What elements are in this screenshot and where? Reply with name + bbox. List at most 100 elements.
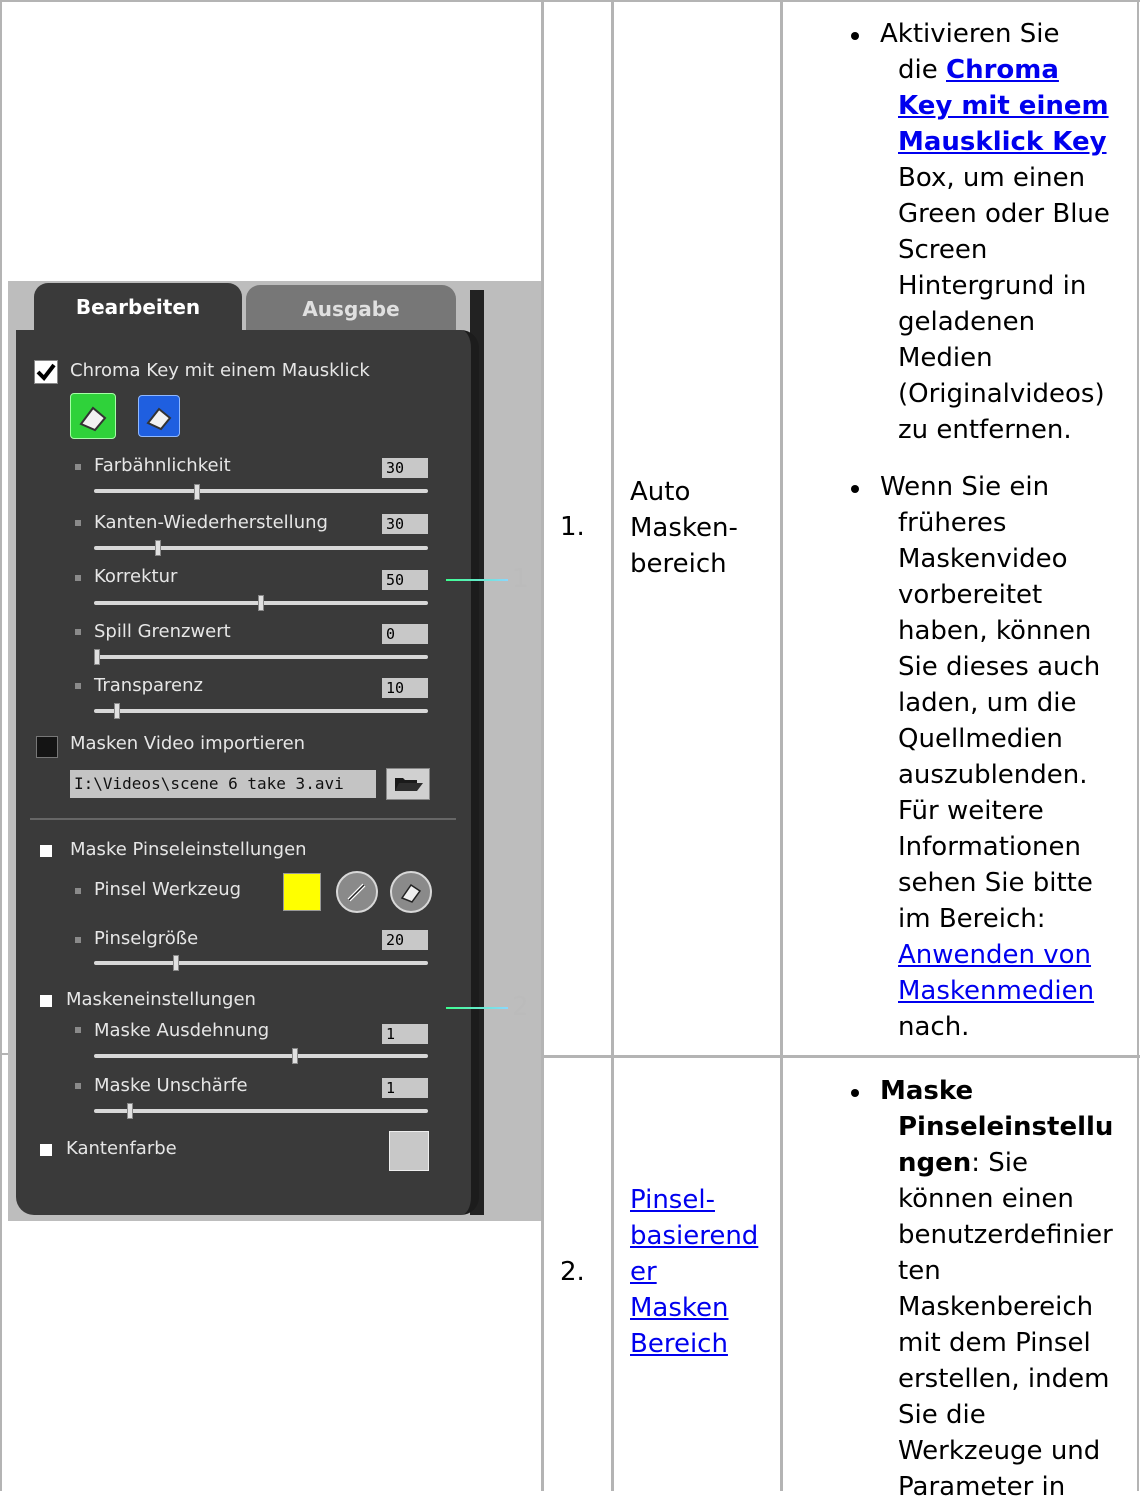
- callout-2: 2: [512, 992, 529, 1022]
- text-line: Werkzeuge und: [898, 1436, 1101, 1466]
- edge-color-swatch[interactable]: [389, 1131, 429, 1171]
- bullet-marker: [75, 520, 81, 526]
- text-line: ten: [898, 1256, 941, 1286]
- row-name: Pinsel- basierend er Masken Bereich: [630, 1182, 758, 1362]
- bullet-text: Aktivieren Sie die Chroma Key mit einem …: [880, 16, 1110, 448]
- value-kanten[interactable]: 30: [382, 514, 428, 534]
- brush-mask-link[interactable]: basierend: [630, 1221, 758, 1251]
- column-divider: [541, 0, 544, 1491]
- chroma-key-link[interactable]: Key mit einem: [898, 91, 1109, 121]
- text-line: Maskenbereich: [898, 1292, 1094, 1322]
- bullet-text: Maske Pinseleinstellu ngen: Sie können e…: [880, 1073, 1113, 1505]
- slider-mask-expand[interactable]: [94, 1054, 428, 1058]
- slider-thumb[interactable]: [292, 1048, 298, 1064]
- slider-kanten[interactable]: [94, 546, 428, 550]
- row-divider: [0, 1053, 8, 1055]
- text-line: Informationen: [898, 832, 1081, 862]
- slider-thumb[interactable]: [173, 955, 179, 971]
- file-path-field[interactable]: I:\Videos\scene 6 take 3.avi: [70, 770, 376, 798]
- chroma-key-checkbox[interactable]: [34, 360, 58, 384]
- slider-thumb[interactable]: [155, 540, 161, 556]
- slider-spill[interactable]: [94, 655, 428, 659]
- text-fragment: : Sie: [971, 1148, 1029, 1178]
- slider-label-farbaehnlichkeit: Farbähnlichkeit: [94, 455, 231, 476]
- slider-mask-blur[interactable]: [94, 1109, 428, 1113]
- table-border-left: [0, 0, 2, 1491]
- bullet-marker: [75, 464, 81, 470]
- value-korrektur[interactable]: 50: [382, 570, 428, 590]
- slider-farbaehnlichkeit[interactable]: [94, 489, 428, 493]
- text-line: können einen: [898, 1184, 1074, 1214]
- brush-mask-link[interactable]: Bereich: [630, 1329, 728, 1359]
- slider-brush-size[interactable]: [94, 961, 428, 965]
- slider-thumb[interactable]: [114, 703, 120, 719]
- bullet-text: Wenn Sie ein früheres Maskenvideo vorber…: [880, 469, 1100, 1045]
- text-line: Maskenvideo: [898, 544, 1068, 574]
- brush-mask-link[interactable]: Masken: [630, 1293, 729, 1323]
- slider-transparenz[interactable]: [94, 709, 428, 713]
- slider-thumb[interactable]: [258, 595, 264, 611]
- open-folder-button[interactable]: [386, 768, 430, 800]
- mask-settings-label: Maskeneinstellungen: [66, 989, 256, 1010]
- chroma-key-link[interactable]: Chroma: [946, 55, 1059, 85]
- text-line: (Originalvideos): [898, 379, 1105, 409]
- brush-color-swatch[interactable]: [283, 873, 321, 911]
- tab-bearbeiten[interactable]: Bearbeiten: [34, 283, 242, 331]
- slider-thumb[interactable]: [127, 1103, 133, 1119]
- brush-tool-label: Pinsel Werkzeug: [94, 879, 242, 900]
- mask-media-link[interactable]: Anwenden von: [898, 940, 1091, 970]
- text-line: Sie dieses auch: [898, 652, 1101, 682]
- callout-line: [446, 579, 508, 581]
- value-transparenz[interactable]: 10: [382, 678, 428, 698]
- mask-blur-value[interactable]: 1: [382, 1078, 428, 1098]
- text-line: mit dem Pinsel: [898, 1328, 1091, 1358]
- mask-video-checkbox[interactable]: [36, 736, 58, 758]
- green-screen-button[interactable]: [70, 393, 116, 439]
- text-line: ngen: Sie: [880, 1145, 1113, 1181]
- row-name: Auto Masken- bereich: [630, 474, 738, 582]
- brush-mask-link[interactable]: Pinsel-: [630, 1185, 715, 1215]
- eraser-button[interactable]: [390, 871, 432, 913]
- brush-mask-link[interactable]: er: [630, 1257, 657, 1287]
- mask-media-link[interactable]: Maskenmedien: [898, 976, 1094, 1006]
- text-line: Sie die: [898, 1400, 986, 1430]
- text-line: Mausklick Key: [880, 124, 1110, 160]
- tab-ausgabe[interactable]: Ausgabe: [246, 285, 456, 333]
- checkmark-icon: [36, 363, 56, 382]
- callout-line: [446, 1007, 508, 1009]
- text-line: Medien: [898, 343, 993, 373]
- text-line: früheres: [898, 508, 1007, 538]
- eraser-icon: [79, 406, 107, 432]
- row-name-line: Auto: [630, 477, 691, 507]
- chroma-key-link[interactable]: Mausklick Key: [898, 127, 1107, 157]
- callout-1: 1: [512, 564, 529, 594]
- brush-button[interactable]: [336, 871, 378, 913]
- text-line: Maske: [880, 1076, 974, 1106]
- value-spill[interactable]: 0: [382, 624, 428, 644]
- brush-size-value[interactable]: 20: [382, 930, 428, 950]
- edge-color-label: Kantenfarbe: [66, 1138, 177, 1159]
- eraser-icon: [146, 407, 172, 431]
- text-line: erstellen, indem: [898, 1364, 1110, 1394]
- text-line: Pinsel-: [630, 1182, 758, 1218]
- eraser-icon: [400, 883, 422, 903]
- row-name-line: bereich: [630, 549, 727, 579]
- column-divider: [611, 0, 614, 1491]
- slider-thumb[interactable]: [194, 484, 200, 500]
- text-line: haben, können: [898, 616, 1092, 646]
- text-line: Aktivieren Sie: [880, 19, 1060, 49]
- bullet-dot: [851, 1089, 859, 1097]
- mask-expand-label: Maske Ausdehnung: [94, 1020, 270, 1041]
- slider-thumb[interactable]: [94, 649, 100, 665]
- row-name-line: Masken-: [630, 513, 738, 543]
- blue-screen-button[interactable]: [138, 395, 180, 437]
- text-line: Key mit einem: [880, 88, 1110, 124]
- row-divider: [541, 1055, 1140, 1058]
- text-line: er: [630, 1254, 758, 1290]
- text-line: Screen: [898, 235, 988, 265]
- value-farbaehnlichkeit[interactable]: 30: [382, 458, 428, 478]
- mask-expand-value[interactable]: 1: [382, 1024, 428, 1044]
- bullet-dot: [851, 32, 859, 40]
- text-line: Masken: [630, 1290, 758, 1326]
- text-line: laden, um die: [898, 688, 1077, 718]
